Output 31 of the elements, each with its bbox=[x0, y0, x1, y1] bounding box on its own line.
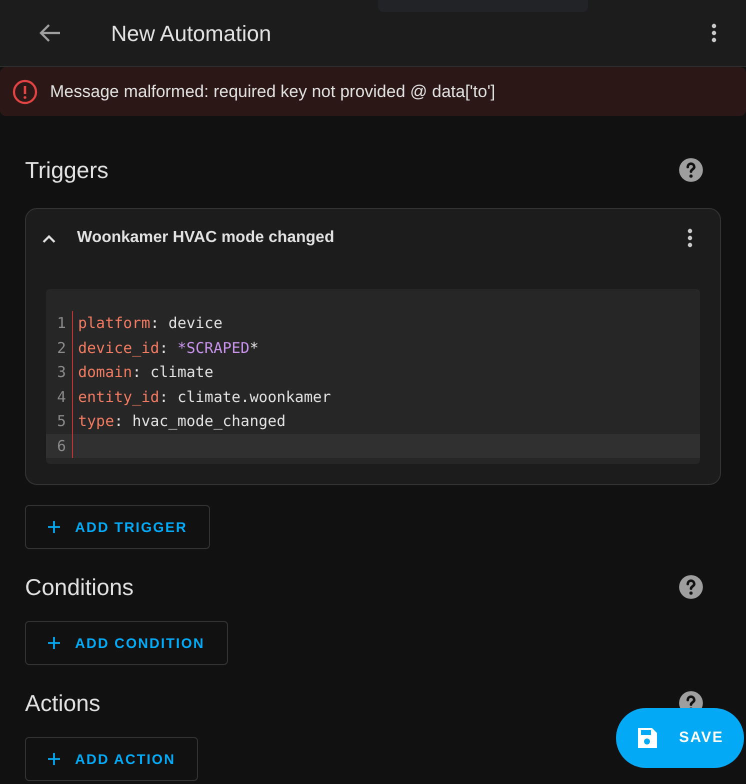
back-arrow-icon[interactable] bbox=[39, 23, 61, 43]
line-number: 2 bbox=[46, 336, 73, 360]
add-button[interactable]: ADD TRIGGER bbox=[25, 505, 210, 549]
more-icon[interactable] bbox=[687, 228, 693, 248]
help-icon[interactable] bbox=[678, 157, 704, 183]
code-line: type: hvac_mode_changed bbox=[77, 411, 286, 432]
section-heading: Actions bbox=[25, 688, 100, 718]
plus-icon bbox=[48, 521, 60, 533]
add-button[interactable]: ADD CONDITION bbox=[25, 621, 228, 665]
code-line: entity_id: climate.woonkamer bbox=[77, 386, 331, 408]
add-button[interactable]: ADD ACTION bbox=[25, 737, 198, 781]
trigger-title[interactable]: Woonkamer HVAC mode changed bbox=[77, 226, 334, 250]
collapse-chevron-icon[interactable] bbox=[42, 234, 56, 242]
more-icon[interactable] bbox=[711, 23, 717, 43]
plus-icon bbox=[48, 637, 60, 649]
line-number: 3 bbox=[46, 360, 73, 384]
line-number: 6 bbox=[46, 434, 73, 458]
section-heading: Conditions bbox=[25, 572, 134, 602]
line-number: 4 bbox=[46, 384, 73, 409]
plus-icon bbox=[48, 753, 60, 765]
help-icon[interactable] bbox=[678, 690, 704, 708]
code-line: domain: climate bbox=[77, 362, 214, 383]
error-message: Message malformed: required key not provided @ data['to'] bbox=[50, 80, 496, 103]
code-editor[interactable]: 1 platform: device 2 device_id: *SCRAPED* 3 domain: climate 4 entity_id: climate.woonkamer 5 type: hvac_mode_changed 6 bbox=[46, 289, 700, 464]
help-icon[interactable] bbox=[678, 574, 704, 600]
code-line: platform: device bbox=[77, 313, 222, 334]
error-icon bbox=[12, 78, 38, 104]
code-line: device_id: *SCRAPED* bbox=[77, 338, 259, 358]
line-number: 1 bbox=[46, 311, 73, 336]
section-heading: Triggers bbox=[25, 156, 108, 185]
page-title: New Automation bbox=[111, 20, 272, 48]
